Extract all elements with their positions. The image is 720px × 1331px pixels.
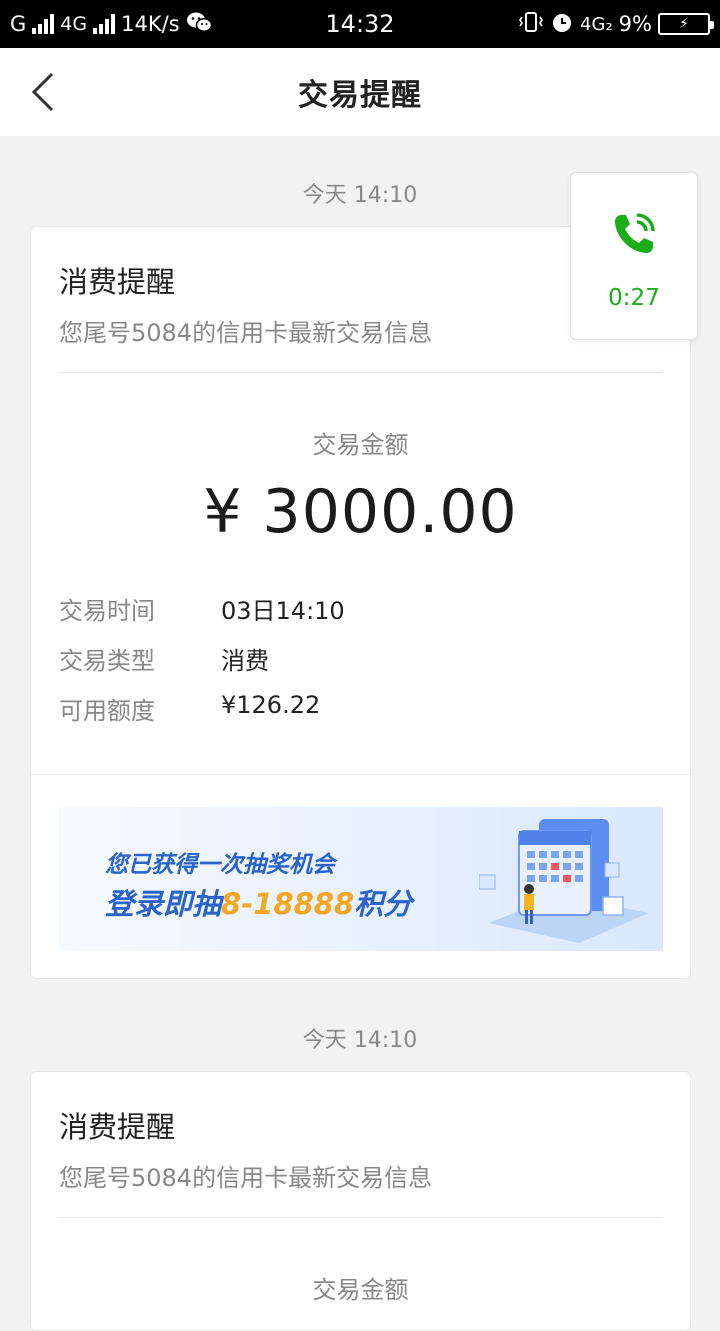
battery-percent: 9%: [618, 12, 652, 36]
net-speed: 14K/s: [121, 12, 180, 36]
signal-icon-2: [93, 14, 116, 34]
amount-label: 交易金额: [312, 1276, 409, 1304]
credit-value: ¥126.22: [221, 691, 321, 719]
lottery-banner[interactable]: 您已获得一次抽奖机会 登录即抽8-18888积分: [59, 807, 663, 951]
wechat-icon: [186, 11, 212, 38]
status-bar: G 4G 14K/s 14:32 4G₂ 9% ⚡: [0, 0, 720, 48]
card-subtitle: 您尾号5084的信用卡最新交易信息: [59, 319, 433, 347]
phone-call-icon: [615, 213, 655, 253]
call-float-widget[interactable]: 0:27: [570, 172, 698, 340]
banner-suffix: 积分: [354, 887, 413, 921]
network-label: 4G: [60, 13, 88, 35]
time-label: 交易时间: [59, 597, 155, 625]
back-button[interactable]: [26, 70, 66, 114]
card-subtitle: 您尾号5084的信用卡最新交易信息: [59, 1164, 433, 1192]
signal-icon: [32, 14, 55, 34]
divider: [31, 774, 690, 775]
message-timestamp: 今天 14:10: [302, 1028, 418, 1053]
calendar-illustration-icon: [479, 819, 649, 943]
amount-value: ¥ 3000.00: [203, 477, 518, 547]
divider: [59, 372, 662, 373]
type-value: 消费: [221, 647, 269, 675]
call-duration: 0:27: [608, 285, 660, 311]
nav-bar: 交易提醒: [0, 48, 720, 136]
carrier-label: G: [10, 12, 27, 36]
type-label: 交易类型: [59, 647, 155, 675]
alarm-icon: [550, 10, 574, 39]
transaction-card[interactable]: 消费提醒 您尾号5084的信用卡最新交易信息 交易金额: [30, 1071, 691, 1331]
page-title: 交易提醒: [298, 78, 422, 113]
banner-prefix: 登录即抽: [105, 887, 222, 921]
banner-line1: 您已获得一次抽奖机会: [105, 852, 335, 878]
battery-icon: ⚡: [658, 13, 714, 35]
time-value: 03日14:10: [221, 597, 345, 625]
banner-line2: 登录即抽8-18888积分: [105, 881, 412, 923]
amount-label: 交易金额: [312, 431, 409, 459]
chevron-left-icon: [31, 72, 54, 112]
credit-label: 可用额度: [59, 697, 155, 725]
divider: [59, 1217, 662, 1218]
card-title: 消费提醒: [59, 1110, 176, 1144]
vibrate-icon: [518, 11, 544, 38]
card-title: 消费提醒: [59, 265, 176, 299]
network-label-2: 4G₂: [580, 13, 613, 35]
banner-highlight: 8-18888: [221, 887, 355, 921]
